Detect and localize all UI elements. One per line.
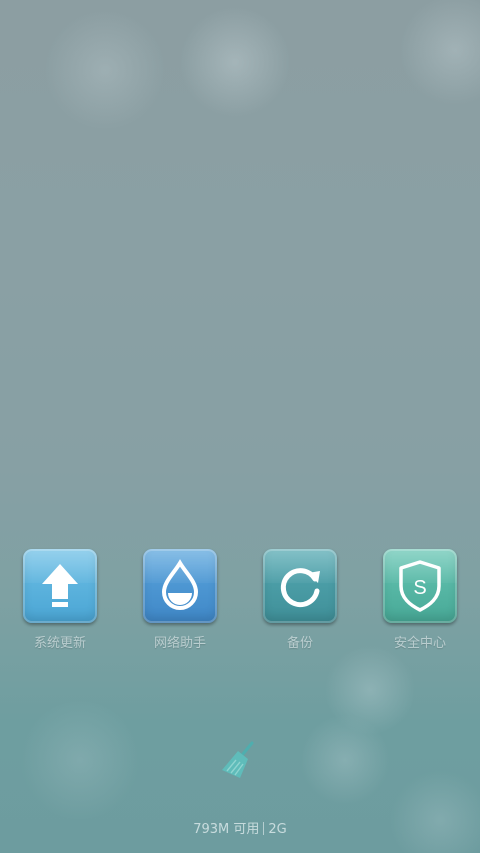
broom-icon [222,741,254,778]
water-drop-icon [161,559,199,610]
app-network-assistant[interactable]: 网络助手 [120,548,240,658]
app-dock: 系统更新 网络助手 备份 S 安全中心 [0,548,480,658]
security-center-tile[interactable]: S [383,549,457,623]
app-label: 系统更新 [33,636,86,651]
app-label: 备份 [286,636,313,651]
memory-status: 793M 可用 2G [0,818,480,837]
app-backup[interactable]: 备份 [240,548,360,658]
refresh-icon [280,568,320,608]
memory-clean-button[interactable] [216,740,260,782]
backup-tile[interactable] [263,549,337,623]
memory-total: 2G [268,822,287,837]
app-system-update[interactable]: 系统更新 [0,548,120,658]
app-label: 安全中心 [393,636,446,651]
shield-icon: S [399,560,441,612]
shield-letter: S [413,577,426,599]
memory-available: 793M 可用 [193,822,260,837]
network-assistant-tile[interactable] [143,549,217,623]
memory-divider [263,822,265,835]
app-label: 网络助手 [153,636,206,651]
system-update-tile[interactable] [23,549,97,623]
up-arrow-icon [42,564,78,607]
app-security-center[interactable]: S 安全中心 [360,548,480,658]
